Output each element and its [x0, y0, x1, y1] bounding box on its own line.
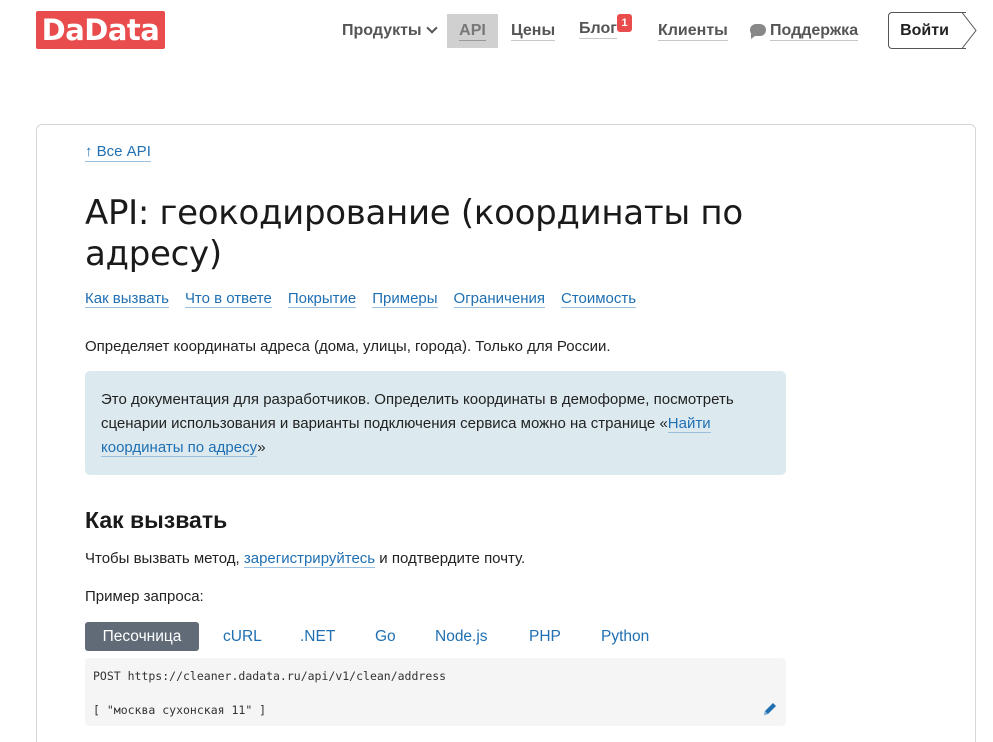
blog-count-badge: 1	[617, 14, 632, 32]
back-to-all-api-link[interactable]: ↑ Все API	[85, 143, 151, 162]
dadata-logo[interactable]: DaData	[36, 11, 165, 49]
tab-go[interactable]: Go	[375, 622, 396, 651]
tab-curl[interactable]: cURL	[223, 622, 262, 651]
toc-link-price[interactable]: Стоимость	[560, 290, 637, 308]
edit-pencil-icon[interactable]	[762, 701, 778, 717]
register-link[interactable]: зарегистрируйтесь	[243, 550, 376, 568]
nav-products[interactable]: Продукты	[342, 14, 438, 48]
toc-link-coverage[interactable]: Покрытие	[287, 290, 357, 308]
toc-link-response[interactable]: Что в ответе	[184, 290, 272, 308]
call-text-after: и подтвердите почту.	[375, 550, 526, 567]
toc-link-limits[interactable]: Ограничения	[453, 290, 545, 308]
call-instructions: Чтобы вызвать метод, зарегистрируйтесь и…	[85, 550, 525, 568]
info-text-end: »	[257, 439, 266, 456]
developer-info-box: Это документация для разработчиков. Опре…	[85, 371, 786, 475]
nav-support-label: Поддержка	[770, 22, 859, 41]
tab-sandbox[interactable]: Песочница	[85, 622, 199, 651]
code-line-body: [ "москва сухонская 11" ]	[93, 703, 267, 717]
tab-nodejs[interactable]: Node.js	[435, 622, 488, 651]
nav-blog-label: Блог	[579, 20, 617, 39]
nav-products-label: Продукты	[342, 22, 422, 39]
page-title: API: геокодирование (координаты по адрес…	[85, 193, 743, 274]
nav-prices[interactable]: Цены	[511, 14, 556, 48]
code-line-request: POST https://cleaner.dadata.ru/api/v1/cl…	[93, 669, 447, 683]
tab-python[interactable]: Python	[601, 622, 649, 651]
nav-clients[interactable]: Клиенты	[658, 14, 728, 48]
chevron-down-icon	[425, 22, 438, 34]
toc-link-examples[interactable]: Примеры	[372, 290, 438, 308]
code-sample[interactable]: POST https://cleaner.dadata.ru/api/v1/cl…	[85, 658, 786, 726]
toc-link-how-to-call[interactable]: Как вызвать	[85, 290, 169, 308]
section-title-how-to-call: Как вызвать	[85, 507, 228, 533]
example-request-label: Пример запроса:	[85, 588, 204, 605]
tab-dotnet[interactable]: .NET	[300, 622, 335, 651]
tab-php[interactable]: PHP	[529, 622, 561, 651]
nav-prices-label: Цены	[511, 22, 556, 41]
nav-clients-label: Клиенты	[658, 22, 728, 41]
nav-api[interactable]: API	[447, 14, 498, 48]
nav-blog[interactable]: Блог	[579, 12, 617, 46]
table-of-contents: Как вызвать Что в ответе Покрытие Примеры Ог…	[85, 290, 652, 308]
nav-api-label: API	[459, 22, 486, 41]
chat-bubble-icon	[750, 24, 766, 39]
nav-support[interactable]: Поддержка	[750, 14, 859, 48]
api-description: Определяет координаты адреса (дома, улиц…	[85, 338, 611, 355]
call-text-before: Чтобы вызвать метод,	[85, 550, 244, 567]
info-text: Это документация для разработчиков. Опре…	[101, 391, 734, 432]
